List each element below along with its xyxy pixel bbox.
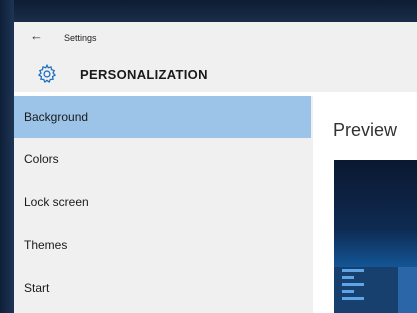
desktop-edge-top [0, 0, 417, 22]
sidebar-item-colors[interactable]: Colors [14, 138, 311, 180]
sidebar-item-label: Colors [24, 152, 59, 166]
preview-tile-block [398, 267, 417, 313]
preview-heading: Preview [333, 120, 398, 140]
sidebar-item-background[interactable]: Background [14, 96, 311, 138]
sidebar-item-start[interactable]: Start [14, 267, 311, 309]
page-header [14, 58, 417, 92]
sidebar-item-label: Themes [24, 238, 68, 252]
app-title: Settings [64, 33, 97, 43]
settings-window: ← Settings PERSONALIZATION Background Co… [0, 0, 417, 313]
sidebar-item-themes[interactable]: Themes [14, 224, 311, 266]
desktop-edge-left [0, 0, 14, 313]
page-title: PERSONALIZATION [80, 67, 208, 82]
preview-start-menu [334, 267, 417, 313]
sidebar-item-label: Lock screen [24, 195, 89, 209]
sidebar-item-label: Background [24, 110, 89, 124]
preview-tiles-icon [342, 269, 364, 307]
sidebar-item-lock-screen[interactable]: Lock screen [14, 181, 311, 223]
back-arrow-icon[interactable]: ← [30, 29, 43, 43]
background-preview [334, 160, 417, 313]
sidebar-item-label: Start [24, 281, 50, 295]
gear-icon [37, 63, 57, 83]
